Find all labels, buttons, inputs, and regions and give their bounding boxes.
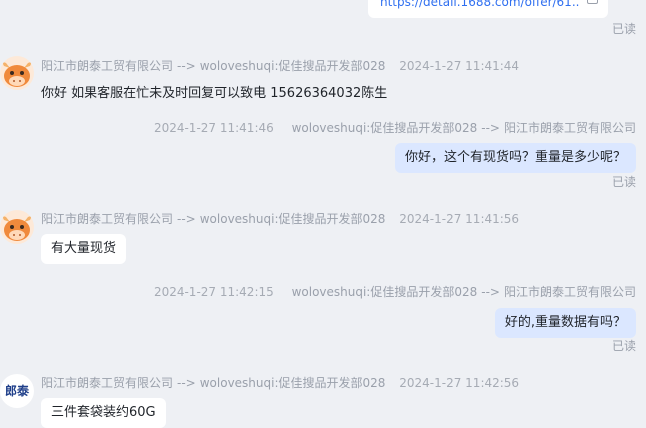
message-text: 你好 如果客服在忙未及时回复可以致电 15626364032陈生 xyxy=(41,86,388,101)
sender-name: 阳江市朗泰工贸有限公司 xyxy=(41,59,174,73)
message-bubble[interactable]: 好的,重量数据有吗？ xyxy=(494,308,636,338)
message-meta: 2024-1-27 11:42:15 woloveshuqi:促佳搜品开发部02… xyxy=(154,283,636,300)
arrow-text: --> xyxy=(481,285,500,299)
arrow-text: --> xyxy=(177,59,196,73)
sender-name: woloveshuqi:促佳搜品开发部028 xyxy=(291,121,478,135)
message-meta: 2024-1-27 11:41:46 woloveshuqi:促佳搜品开发部02… xyxy=(154,119,636,136)
avatar-cow-icon[interactable] xyxy=(0,210,34,244)
message-bubble[interactable]: 三件套袋装约60G xyxy=(41,398,166,428)
message-bubble[interactable]: 你好，这个有现货吗？重量是多少呢？ xyxy=(394,143,636,173)
avatar-logo-icon[interactable]: 郎泰 xyxy=(0,374,34,408)
message-timestamp: 2024-1-27 11:42:15 xyxy=(153,285,274,299)
message-meta: 阳江市朗泰工贸有限公司 --> woloveshuqi:促佳搜品开发部028 202… xyxy=(41,57,519,74)
message-meta: 阳江市朗泰工贸有限公司 --> woloveshuqi:促佳搜品开发部028 202… xyxy=(41,210,519,227)
message-bubble[interactable]: 有大量现货 xyxy=(41,234,127,264)
receiver-name: 阳江市朗泰工贸有限公司 xyxy=(503,285,636,299)
receiver-name: woloveshuqi:促佳搜品开发部028 xyxy=(199,376,386,390)
receiver-name: woloveshuqi:促佳搜品开发部028 xyxy=(199,212,386,226)
read-status: 已读 xyxy=(612,339,637,353)
sender-name: 阳江市朗泰工贸有限公司 xyxy=(41,376,174,390)
read-status: 已读 xyxy=(612,175,637,189)
message-timestamp: 2024-1-27 11:41:46 xyxy=(153,121,274,135)
offer-link[interactable]: https://detail.1688.com/offer/61... xyxy=(380,0,580,9)
sender-name: 阳江市朗泰工贸有限公司 xyxy=(41,212,174,226)
avatar-logo-text: 郎泰 xyxy=(4,384,29,398)
receiver-name: 阳江市朗泰工贸有限公司 xyxy=(503,121,636,135)
link-card[interactable]: https://detail.1688.com/offer/61... xyxy=(368,0,608,18)
message-timestamp: 2024-1-27 11:41:44 xyxy=(399,59,520,73)
arrow-text: --> xyxy=(481,121,500,135)
arrow-text: --> xyxy=(177,212,196,226)
message-meta: 阳江市朗泰工贸有限公司 --> woloveshuqi:促佳搜品开发部028 202… xyxy=(41,374,519,391)
select-checkbox[interactable] xyxy=(587,0,598,4)
sender-name: woloveshuqi:促佳搜品开发部028 xyxy=(291,285,478,299)
arrow-text: --> xyxy=(177,376,196,390)
message-timestamp: 2024-1-27 11:42:56 xyxy=(399,376,520,390)
message-timestamp: 2024-1-27 11:41:56 xyxy=(399,212,520,226)
avatar-cow-icon[interactable] xyxy=(0,56,34,90)
read-status: 已读 xyxy=(612,22,637,36)
receiver-name: woloveshuqi:促佳搜品开发部028 xyxy=(199,59,386,73)
